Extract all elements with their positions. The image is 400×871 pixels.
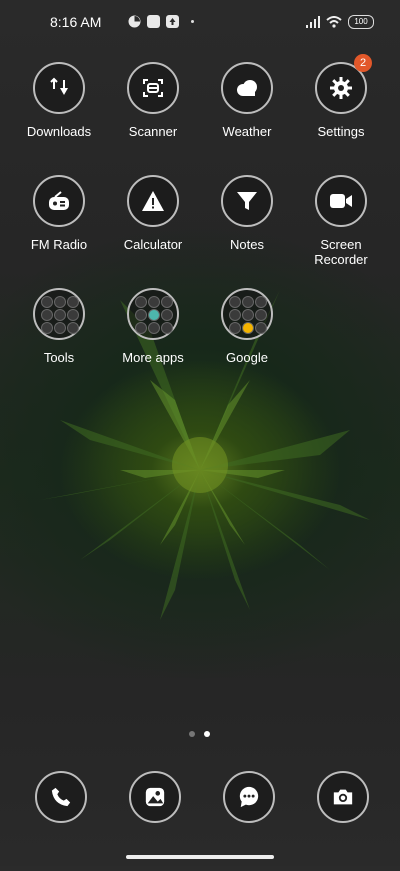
camera-icon [317, 771, 369, 823]
data-saver-icon [128, 15, 141, 28]
app-settings[interactable]: 2 Settings [296, 54, 386, 139]
app-label: Google [226, 350, 268, 365]
video-camera-icon [315, 175, 367, 227]
folder-google[interactable]: Google [202, 288, 292, 365]
gallery-icon [129, 771, 181, 823]
scanner-icon [127, 62, 179, 114]
status-bar: 8:16 AM 100 [0, 12, 400, 34]
wifi-icon [326, 16, 342, 28]
notification-badge: 2 [354, 54, 372, 72]
app-label: Notes [230, 237, 264, 252]
page-dot-active[interactable] [204, 731, 210, 737]
app-label: Weather [222, 124, 272, 139]
dock-phone[interactable] [35, 771, 87, 823]
page-indicator[interactable] [189, 731, 210, 737]
app-label: Downloads [26, 124, 92, 139]
app-label: FM Radio [30, 237, 88, 252]
folder-icon [33, 288, 85, 340]
folder-preview-grid [135, 296, 173, 334]
notes-funnel-icon [221, 175, 273, 227]
app-calculator[interactable]: Calculator [108, 175, 198, 252]
app-label: Screen Recorder [314, 237, 368, 267]
app-label: More apps [122, 350, 184, 365]
app-screen-recorder[interactable]: Screen Recorder [296, 175, 386, 267]
more-notifications-icon [191, 20, 194, 23]
phone-icon [35, 771, 87, 823]
folder-icon [221, 288, 273, 340]
dock-camera[interactable] [317, 771, 369, 823]
dock-gallery[interactable] [129, 771, 181, 823]
downloads-icon [33, 62, 85, 114]
home-gesture-bar[interactable] [126, 855, 274, 859]
messages-icon [223, 771, 275, 823]
app-downloads[interactable]: Downloads [14, 62, 104, 139]
system-icons: 100 [306, 15, 374, 29]
upload-icon [166, 15, 179, 28]
warning-icon [127, 175, 179, 227]
app-notes[interactable]: Notes [202, 175, 292, 252]
signal-icon [306, 16, 320, 28]
notification-icons [128, 15, 194, 28]
app-label: Calculator [123, 237, 183, 252]
folder-preview-grid [41, 296, 79, 334]
folder-preview-grid [229, 296, 267, 334]
battery-indicator: 100 [348, 15, 374, 29]
app-scanner[interactable]: Scanner [108, 62, 198, 139]
app-label: Settings [317, 124, 365, 139]
page-dot[interactable] [189, 731, 195, 737]
app-label: Scanner [128, 124, 178, 139]
clock: 8:16 AM [50, 14, 102, 30]
dock-messages[interactable] [223, 771, 275, 823]
app-notification-icon [147, 15, 160, 28]
app-fm-radio[interactable]: FM Radio [14, 175, 104, 252]
folder-tools[interactable]: Tools [14, 288, 104, 365]
weather-icon [221, 62, 273, 114]
folder-icon [127, 288, 179, 340]
app-weather[interactable]: Weather [202, 62, 292, 139]
folder-more-apps[interactable]: More apps [108, 288, 198, 365]
radio-icon [33, 175, 85, 227]
app-label: Tools [43, 350, 75, 365]
